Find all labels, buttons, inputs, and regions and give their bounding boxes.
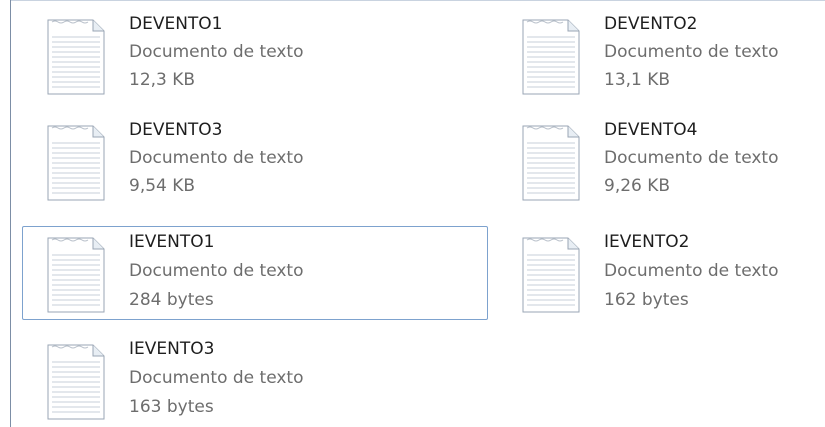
file-size: 163 bytes — [129, 397, 214, 417]
file-type: Documento de texto — [604, 261, 779, 281]
text-file-icon — [522, 237, 580, 313]
file-name: DEVENTO3 — [129, 120, 223, 140]
text-file-icon — [522, 125, 580, 201]
text-file-icon — [522, 19, 580, 95]
file-name: IEVENTO1 — [129, 232, 215, 252]
file-name: IEVENTO2 — [604, 232, 690, 252]
text-file-icon — [47, 19, 105, 95]
file-name: DEVENTO4 — [604, 120, 698, 140]
file-type: Documento de texto — [129, 368, 304, 388]
file-item-devento1[interactable]: DEVENTO1 Documento de texto 12,3 KB — [22, 10, 484, 100]
file-item-ievento3[interactable]: IEVENTO3 Documento de texto 163 bytes — [22, 333, 484, 427]
file-size: 9,26 KB — [604, 176, 671, 196]
file-type: Documento de texto — [129, 42, 304, 62]
file-name: IEVENTO3 — [129, 339, 215, 359]
file-item-devento2[interactable]: DEVENTO2 Documento de texto 13,1 KB — [497, 10, 823, 100]
file-size: 162 bytes — [604, 290, 689, 310]
file-item-devento3[interactable]: DEVENTO3 Documento de texto 9,54 KB — [22, 116, 484, 206]
file-size: 284 bytes — [129, 290, 214, 310]
file-name: DEVENTO1 — [129, 14, 223, 34]
text-file-icon — [47, 344, 105, 420]
file-name: DEVENTO2 — [604, 14, 698, 34]
file-type: Documento de texto — [129, 148, 304, 168]
file-item-devento4[interactable]: DEVENTO4 Documento de texto 9,26 KB — [497, 116, 823, 206]
file-type: Documento de texto — [604, 148, 779, 168]
file-type: Documento de texto — [604, 42, 779, 62]
file-type: Documento de texto — [129, 261, 304, 281]
file-item-ievento1[interactable]: IEVENTO1 Documento de texto 284 bytes — [22, 226, 488, 320]
text-file-icon — [47, 237, 105, 313]
text-file-icon — [47, 125, 105, 201]
pane-left-border — [10, 0, 11, 427]
explorer-file-pane: DEVENTO1 Documento de texto 12,3 KB DEVE… — [0, 0, 825, 427]
file-item-ievento2[interactable]: IEVENTO2 Documento de texto 162 bytes — [497, 226, 823, 316]
file-size: 12,3 KB — [129, 70, 196, 90]
file-size: 13,1 KB — [604, 70, 671, 90]
pane-top-border — [10, 0, 825, 1]
file-size: 9,54 KB — [129, 176, 196, 196]
